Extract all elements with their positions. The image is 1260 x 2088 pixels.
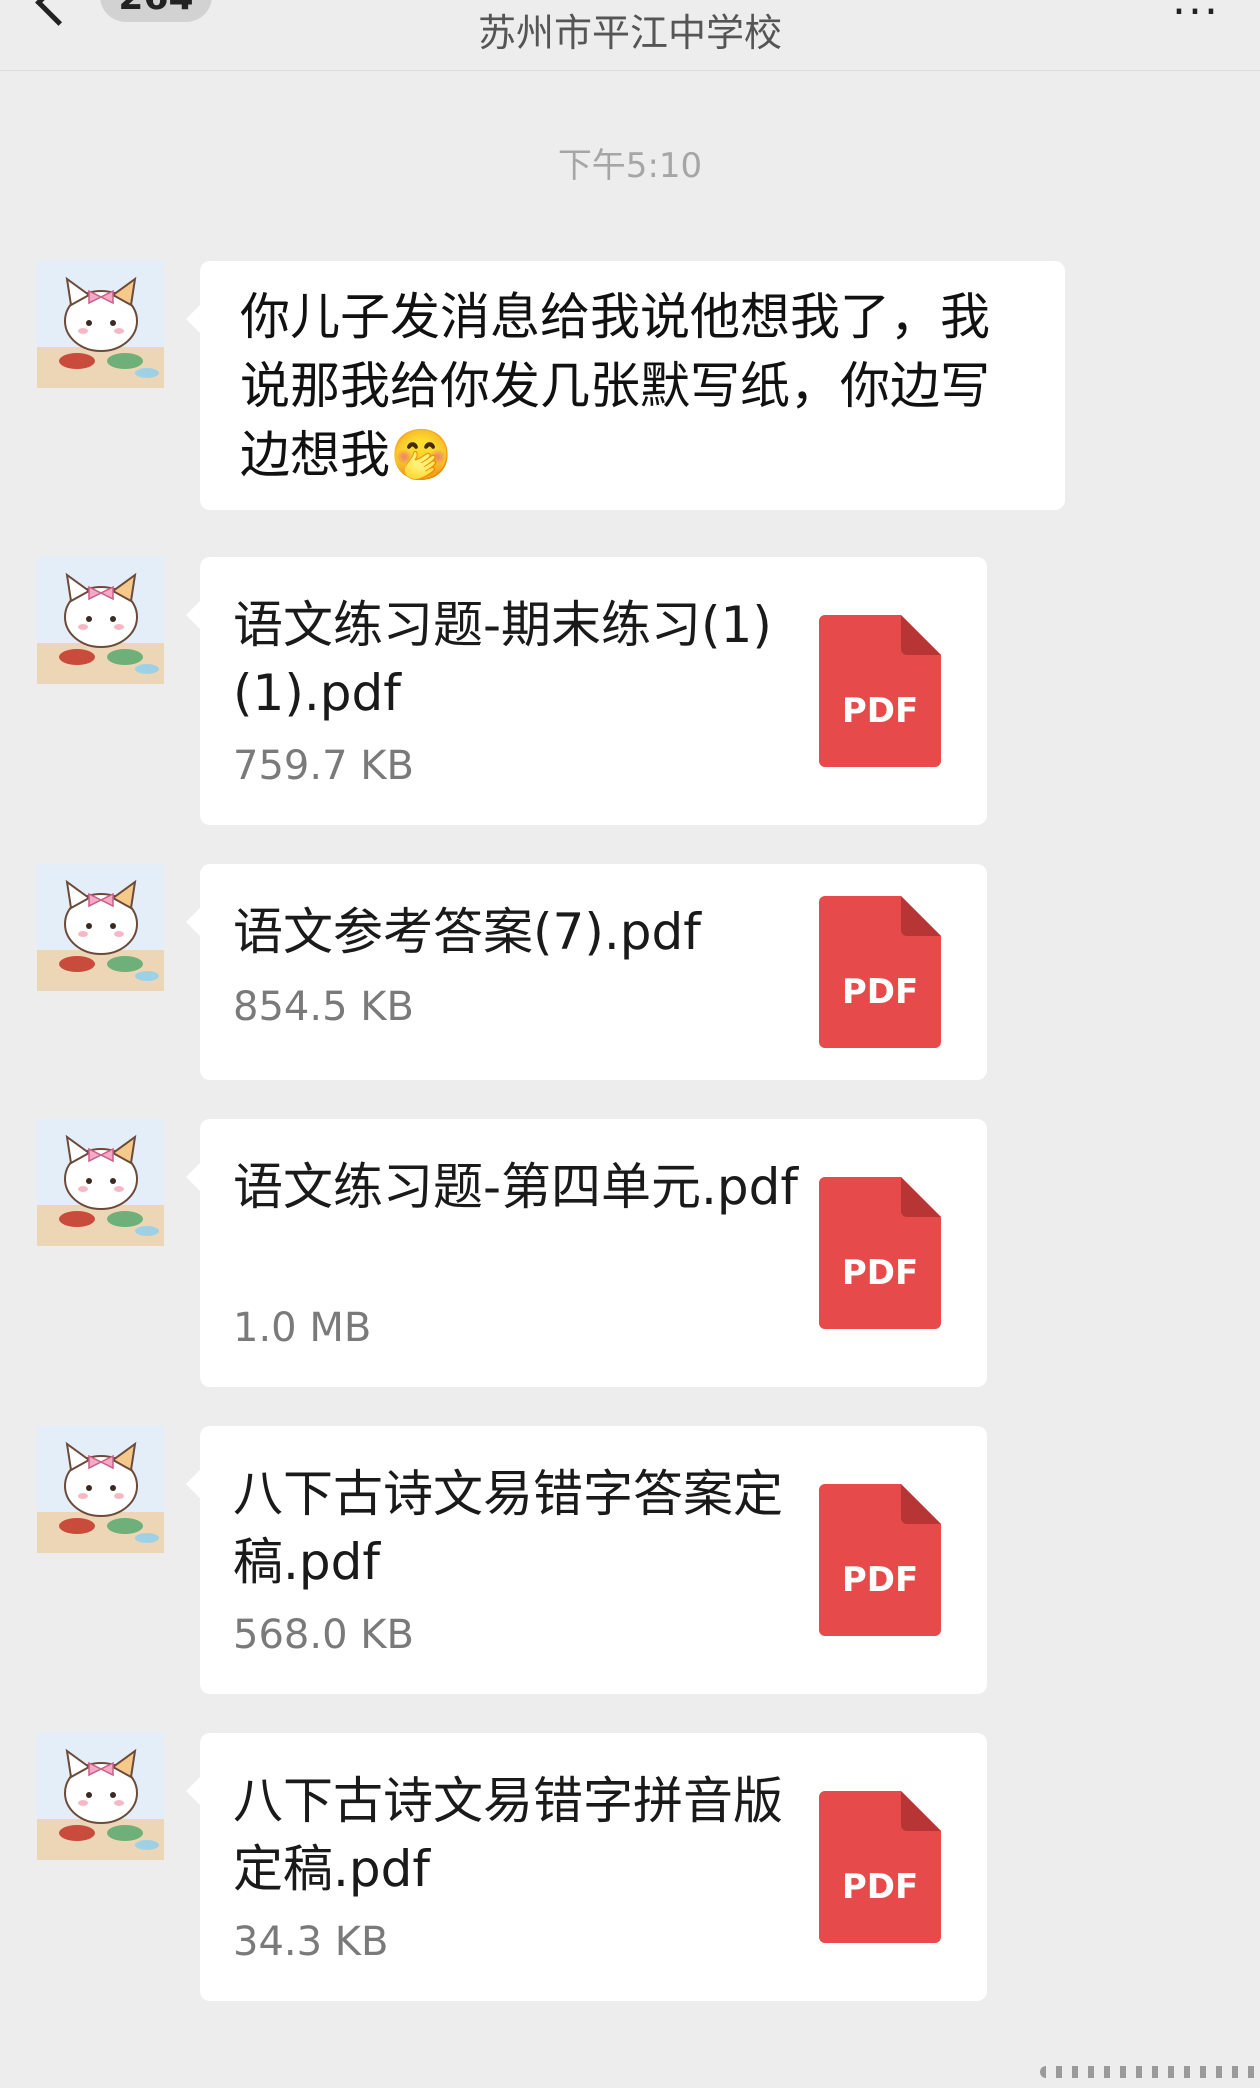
sender-avatar[interactable] [37,864,164,991]
pdf-file-icon: PDF [819,896,941,1048]
cat-avatar-icon [37,879,164,991]
file-name: 语文参考答案(7).pdf [233,903,701,961]
file-size: 34.3 KB [233,1919,389,1965]
file-message-bubble[interactable]: 八下古诗文易错字拼音版定稿.pdf 34.3 KB PDF [186,1733,987,2001]
chat-header: 264 苏州市平江中学校 ... [0,0,1260,71]
sender-avatar[interactable] [37,1733,164,1860]
pdf-file-icon: PDF [819,1791,941,1943]
file-name: 八下古诗文易错字拼音版定稿.pdf [233,1772,783,1898]
pdf-file-icon: PDF [819,1484,941,1636]
sender-avatar[interactable] [37,557,164,684]
cat-avatar-icon [37,276,164,388]
home-indicator [1040,2066,1260,2078]
file-message-bubble[interactable]: 八下古诗文易错字答案定稿.pdf 568.0 KB PDF [186,1426,987,1694]
cat-avatar-icon [37,1134,164,1246]
sender-avatar[interactable] [37,1426,164,1553]
sender-avatar[interactable] [37,1119,164,1246]
sender-avatar[interactable] [37,261,164,388]
hand-over-mouth-emoji: 🤭 [390,426,453,484]
pdf-file-icon: PDF [819,615,941,767]
cat-avatar-icon [37,1441,164,1553]
cat-avatar-icon [37,572,164,684]
file-name: 语文练习题-第四单元.pdf [233,1158,799,1216]
message-timestamp: 下午5:10 [557,146,703,186]
file-message-bubble[interactable]: 语文练习题-第四单元.pdf 1.0 MB PDF [186,1119,987,1387]
file-size: 568.0 KB [233,1612,414,1658]
file-size: 759.7 KB [233,743,414,789]
chat-title: 苏州市平江中学校 [477,11,782,55]
more-options-icon[interactable]: ... [1172,0,1220,25]
message-text: 你儿子发消息给我说他想我了，我说那我给你发几张默写纸，你边写边想我🤭 [240,288,990,484]
file-size: 1.0 MB [233,1305,372,1351]
pdf-file-icon: PDF [819,1177,941,1329]
file-message-bubble[interactable]: 语文参考答案(7).pdf 854.5 KB PDF [186,864,987,1080]
file-name: 语文练习题-期末练习(1)(1).pdf [233,596,772,722]
cat-avatar-icon [37,1748,164,1860]
file-message-bubble[interactable]: 语文练习题-期末练习(1)(1).pdf 759.7 KB PDF [186,557,987,825]
text-message-bubble[interactable]: 你儿子发消息给我说他想我了，我说那我给你发几张默写纸，你边写边想我🤭 [186,261,1065,510]
file-size: 854.5 KB [233,984,414,1030]
file-name: 八下古诗文易错字答案定稿.pdf [233,1465,783,1591]
